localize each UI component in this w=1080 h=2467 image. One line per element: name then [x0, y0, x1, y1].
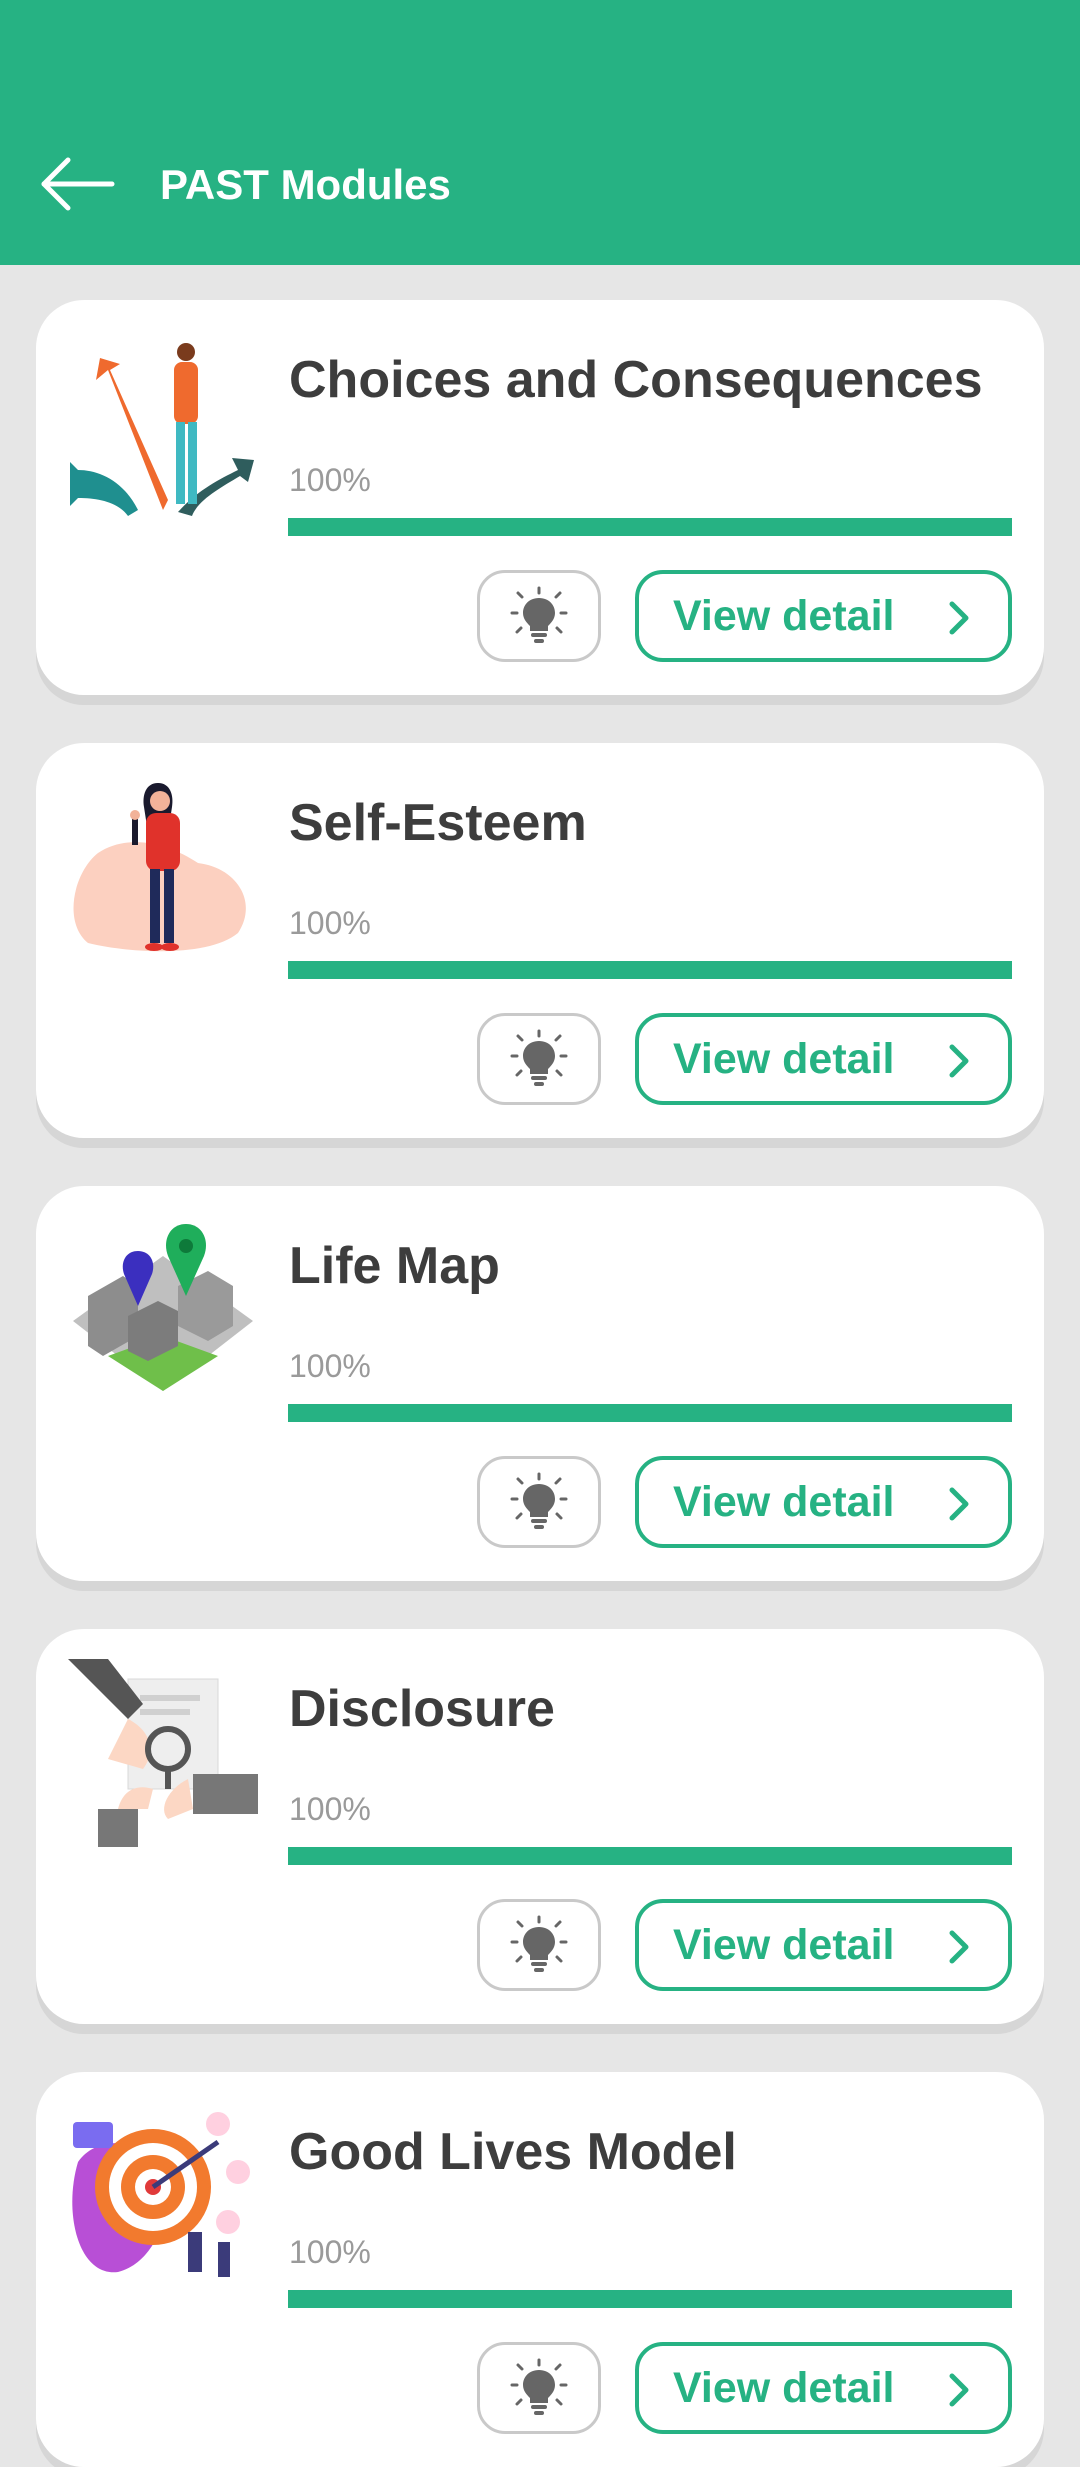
back-button[interactable]	[38, 152, 118, 216]
hint-button[interactable]	[477, 2342, 601, 2434]
chevron-right-icon	[949, 2373, 969, 2407]
progress-percent: 100%	[289, 1348, 371, 1384]
app-header: PAST Modules	[0, 0, 1080, 265]
lightbulb-icon	[510, 2358, 568, 2415]
lightbulb-icon	[510, 1472, 568, 1529]
chevron-right-icon	[949, 601, 969, 635]
module-card: Good Lives Model 100% View detail	[36, 2072, 1044, 2467]
module-thumbnail-choices	[68, 330, 258, 520]
progress-bar	[288, 2290, 1012, 2308]
module-title: Good Lives Model	[289, 2123, 737, 2181]
lightbulb-icon	[510, 586, 568, 643]
view-detail-button[interactable]: View detail	[635, 1899, 1012, 1991]
progress-percent: 100%	[289, 905, 371, 941]
view-detail-button[interactable]: View detail	[635, 570, 1012, 662]
module-card: Self-Esteem 100% View detail	[36, 743, 1044, 1138]
lightbulb-icon	[510, 1915, 568, 1972]
progress-bar	[288, 961, 1012, 979]
module-card: Life Map 100% View detail	[36, 1186, 1044, 1581]
progress-percent: 100%	[289, 2234, 371, 2270]
chevron-right-icon	[949, 1487, 969, 1521]
view-detail-button[interactable]: View detail	[635, 1013, 1012, 1105]
module-title: Self-Esteem	[289, 794, 587, 852]
view-detail-label: View detail	[673, 1478, 895, 1526]
hint-button[interactable]	[477, 570, 601, 662]
module-title: Disclosure	[289, 1680, 555, 1738]
hint-button[interactable]	[477, 1899, 601, 1991]
progress-bar	[288, 1847, 1012, 1865]
view-detail-label: View detail	[673, 2364, 895, 2412]
module-title: Choices and Consequences	[289, 351, 983, 409]
module-thumbnail-life-map	[68, 1216, 258, 1406]
page-title: PAST Modules	[160, 161, 451, 208]
arrow-left-icon	[41, 157, 115, 211]
chevron-right-icon	[949, 1930, 969, 1964]
view-detail-button[interactable]: View detail	[635, 2342, 1012, 2434]
module-thumbnail-self-esteem	[68, 773, 258, 963]
chevron-right-icon	[949, 1044, 969, 1078]
progress-percent: 100%	[289, 1791, 371, 1827]
module-card: Choices and Consequences 100% View detai…	[36, 300, 1044, 695]
view-detail-label: View detail	[673, 1921, 895, 1969]
hint-button[interactable]	[477, 1456, 601, 1548]
view-detail-label: View detail	[673, 592, 895, 640]
lightbulb-icon	[510, 1029, 568, 1086]
module-thumbnail-disclosure	[68, 1659, 258, 1849]
progress-bar	[288, 518, 1012, 536]
module-thumbnail-good-lives-model	[68, 2102, 258, 2292]
progress-percent: 100%	[289, 462, 371, 498]
view-detail-button[interactable]: View detail	[635, 1456, 1012, 1548]
view-detail-label: View detail	[673, 1035, 895, 1083]
hint-button[interactable]	[477, 1013, 601, 1105]
progress-bar	[288, 1404, 1012, 1422]
module-card: Disclosure 100% View detail	[36, 1629, 1044, 2024]
module-title: Life Map	[289, 1237, 500, 1295]
